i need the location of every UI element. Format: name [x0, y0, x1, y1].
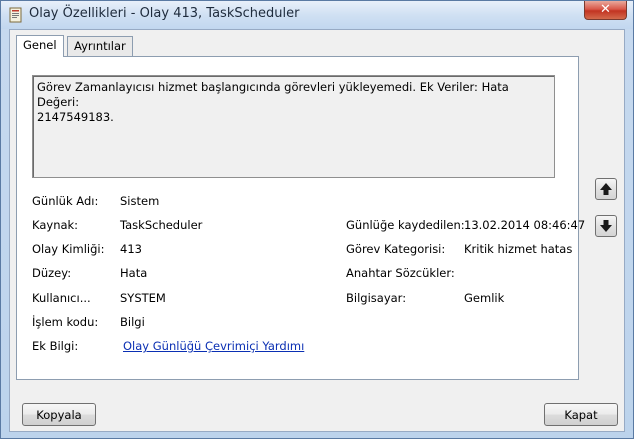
source-label: Kaynak: — [32, 218, 79, 232]
dialog-body: Genel Ayrıntılar Görev Zamanlayıcısı hiz… — [9, 29, 625, 432]
level-value: Hata — [120, 266, 148, 280]
close-button[interactable]: Kapat — [544, 403, 618, 426]
arrow-down-icon — [600, 220, 612, 232]
task-category-label: Görev Kategorisi: — [346, 242, 446, 256]
tab-genel[interactable]: Genel — [16, 35, 64, 57]
opcode-label: İşlem kodu: — [32, 315, 99, 329]
event-properties-window: Olay Özellikleri - Olay 413, TaskSchedul… — [0, 0, 634, 439]
keywords-label: Anahtar Sözcükler: — [346, 266, 455, 280]
event-id-value: 413 — [120, 242, 142, 256]
window-title: Olay Özellikleri - Olay 413, TaskSchedul… — [29, 6, 300, 21]
computer-label: Bilgisayar: — [346, 291, 407, 305]
opcode-value: Bilgi — [120, 315, 145, 329]
close-icon: ✕ — [600, 2, 611, 17]
tab-label: Genel — [23, 38, 57, 52]
previous-event-button[interactable] — [595, 178, 617, 200]
level-label: Düzey: — [32, 266, 72, 280]
event-id-label: Olay Kimliği: — [32, 242, 105, 256]
copy-button[interactable]: Kopyala — [22, 403, 96, 426]
title-bar[interactable]: Olay Özellikleri - Olay 413, TaskSchedul… — [1, 1, 633, 29]
log-name-label: Günlük Adı: — [32, 194, 99, 208]
logged-label: Günlüğe kaydedilen: — [346, 218, 465, 232]
next-event-button[interactable] — [595, 215, 617, 237]
log-name-value: Sistem — [120, 194, 160, 208]
event-viewer-icon — [9, 7, 22, 23]
logged-value: 13.02.2014 08:46:47 — [464, 218, 586, 232]
arrow-up-icon — [600, 183, 612, 195]
tab-label: Ayrıntılar — [74, 39, 126, 53]
user-label: Kullanıcı... — [32, 291, 91, 305]
tab-panel-general: Görev Zamanlayıcısı hizmet başlangıcında… — [16, 56, 585, 380]
more-info-label: Ek Bilgi: — [32, 339, 79, 353]
task-category-value: Kritik hizmet hatas — [464, 242, 573, 256]
user-value: SYSTEM — [120, 291, 166, 305]
window-close-button[interactable]: ✕ — [584, 1, 627, 20]
online-help-link[interactable]: Olay Günlüğü Çevrimiçi Yardımı — [123, 339, 304, 353]
event-description[interactable]: Görev Zamanlayıcısı hizmet başlangıcında… — [32, 75, 555, 178]
source-value: TaskScheduler — [120, 218, 203, 232]
computer-value: Gemlik — [464, 291, 505, 305]
tab-ayrintilar[interactable]: Ayrıntılar — [67, 36, 133, 56]
